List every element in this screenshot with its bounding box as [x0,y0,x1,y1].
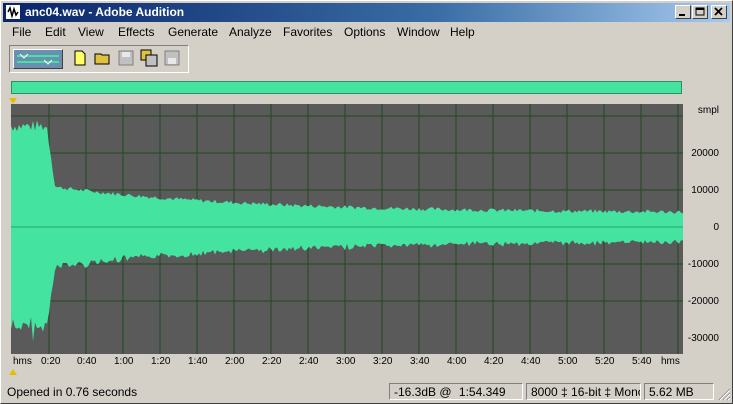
time-label: 3:20 [373,356,393,367]
resize-grip-icon[interactable] [717,387,731,401]
menu-favorites[interactable]: Favorites [283,25,332,39]
status-bar: Opened in 0.76 seconds -16.3dB @ 1:54.34… [1,381,733,403]
time-label: 5:40 [632,356,652,367]
menu-effects[interactable]: Effects [118,25,154,39]
app-icon[interactable] [6,5,20,19]
overview-bar[interactable] [11,81,682,94]
time-label: 5:20 [595,356,615,367]
status-level: -16.3dB @ [394,385,452,399]
close-icon [714,7,723,16]
time-label: 1:00 [114,356,134,367]
waveform-canvas [11,104,683,354]
status-format: 8000 ‡ 16-bit ‡ Mono [526,383,641,400]
time-label: 3:40 [410,356,430,367]
open-file-button[interactable] [94,49,114,69]
waveform-mode-button[interactable] [13,49,63,69]
save-selection-button[interactable] [163,49,183,69]
time-unit-right: hms [661,356,680,367]
time-label: 2:20 [262,356,282,367]
close-button[interactable] [711,5,727,19]
time-label: 0:40 [77,356,97,367]
time-label: 0:20 [41,356,61,367]
scale-label: 0 [713,222,719,233]
save-all-icon [140,49,158,67]
time-label: 3:00 [336,356,356,367]
scale-label: 10000 [691,185,719,196]
waveform-display[interactable] [11,104,683,354]
amplitude-scale: smpl 20000 10000 0 -10000 -20000 -30000 [683,104,723,354]
status-size: 5.62 MB [644,383,714,400]
time-label: 1:20 [151,356,171,367]
menu-bar: File Edit View Effects Generate Analyze … [3,23,730,41]
waveform-shape [11,120,683,342]
title-bar[interactable]: anc04.wav - Adobe Audition [3,3,730,22]
toolbar [9,45,189,73]
time-label: 4:20 [484,356,504,367]
start-marker-bottom-icon[interactable] [9,369,17,375]
save-icon [118,50,134,66]
menu-analyze[interactable]: Analyze [229,25,272,39]
menu-edit[interactable]: Edit [45,25,66,39]
time-label: 4:00 [447,356,467,367]
scale-label: 20000 [691,148,719,159]
menu-view[interactable]: View [78,25,104,39]
main-window: anc04.wav - Adobe Audition File Edit Vie… [0,0,733,404]
maximize-icon [695,7,705,16]
time-label: 2:00 [225,356,245,367]
scale-label: -10000 [687,259,719,270]
menu-help[interactable]: Help [450,25,475,39]
status-message: Opened in 0.76 seconds [7,385,138,399]
time-ruler[interactable]: hms 0:20 0:40 1:00 1:20 1:40 2:00 2:20 2… [11,354,683,368]
time-label: 1:40 [188,356,208,367]
maximize-button[interactable] [692,5,708,19]
save-button[interactable] [117,49,137,69]
minimize-icon [679,14,685,16]
open-file-icon [94,53,110,65]
scale-label: -20000 [687,296,719,307]
scale-label: -30000 [687,333,719,344]
time-label: 2:40 [299,356,319,367]
menu-window[interactable]: Window [397,25,440,39]
scale-unit: smpl [697,105,719,116]
menu-options[interactable]: Options [344,25,385,39]
time-label: 5:00 [558,356,578,367]
status-level-time: -16.3dB @ 1:54.349 [389,383,523,400]
window-title: anc04.wav - Adobe Audition [25,5,185,19]
save-all-button[interactable] [140,49,160,69]
waveform-mode-icon [14,50,62,68]
menu-file[interactable]: File [12,25,31,39]
status-position: 1:54.349 [458,385,506,399]
menu-generate[interactable]: Generate [168,25,218,39]
time-unit-left: hms [13,356,32,367]
save-selection-icon [164,50,180,66]
time-label: 4:40 [521,356,541,367]
new-file-icon [74,50,86,66]
new-file-button[interactable] [71,49,91,69]
minimize-button[interactable] [675,5,691,19]
